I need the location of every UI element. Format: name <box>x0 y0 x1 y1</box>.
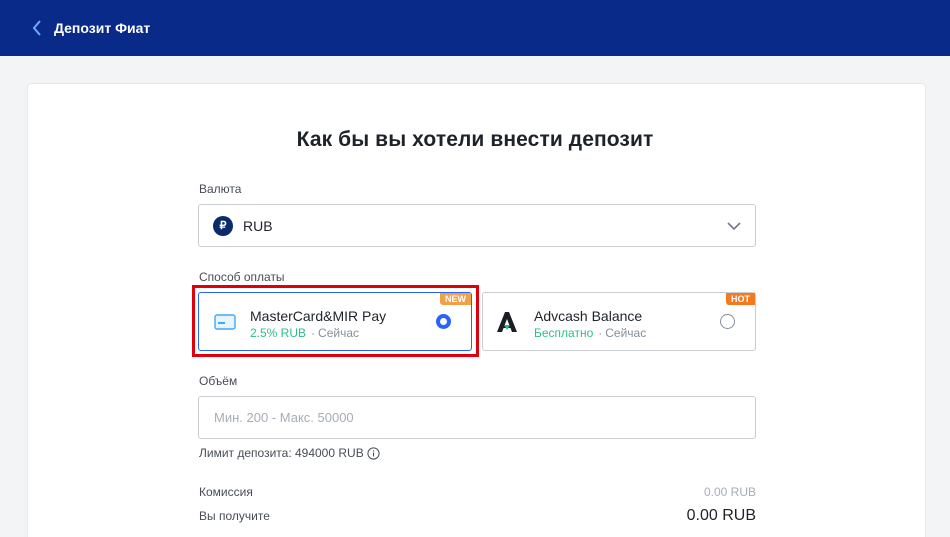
page-title: Депозит Фиат <box>54 20 151 36</box>
amount-input[interactable] <box>198 396 756 439</box>
method-fee: Бесплатно <box>534 326 594 340</box>
currency-value: RUB <box>243 217 273 234</box>
method-radio-selected[interactable] <box>436 314 451 329</box>
currency-select[interactable]: ₽ RUB <box>198 204 756 247</box>
amount-label: Объём <box>199 374 238 388</box>
ruble-coin-icon: ₽ <box>213 215 233 236</box>
method-time: Сейчас <box>318 326 359 340</box>
deposit-limit: Лимит депозита: 494000 RUB <box>199 446 380 460</box>
payment-method-mastercard[interactable]: NEW MasterCard&MIR Pay 2.5% RUB · Сейчас <box>198 292 472 351</box>
hot-badge: HOT <box>726 293 755 305</box>
commission-value: 0.00 RUB <box>703 485 756 499</box>
advcash-logo-icon <box>497 312 517 332</box>
method-radio[interactable] <box>720 314 735 329</box>
method-fee: 2.5% RUB <box>250 326 307 340</box>
separator-dot: · <box>598 326 603 340</box>
deposit-limit-text: Лимит депозита: 494000 RUB <box>199 446 364 460</box>
separator-dot: · <box>311 326 316 340</box>
receive-label: Вы получите <box>199 509 270 523</box>
back-button[interactable] <box>32 16 48 40</box>
top-bar: Депозит Фиат <box>0 0 950 56</box>
method-name: MasterCard&MIR Pay <box>250 308 387 324</box>
method-details: Бесплатно · Сейчас <box>534 326 646 340</box>
payment-method-label: Способ оплаты <box>199 270 285 284</box>
deposit-heading: Как бы вы хотели внести депозит <box>296 128 654 151</box>
info-icon[interactable] <box>367 446 380 460</box>
currency-label: Валюта <box>199 182 242 196</box>
receive-value: 0.00 RUB <box>686 507 756 524</box>
chevron-left-icon <box>32 20 41 36</box>
card-icon <box>214 314 236 330</box>
method-time: Сейчас <box>605 326 647 340</box>
chevron-down-icon <box>727 222 741 231</box>
commission-label: Комиссия <box>199 485 253 499</box>
method-details: 2.5% RUB · Сейчас <box>250 326 359 340</box>
new-badge: NEW <box>440 293 471 305</box>
method-name: Advcash Balance <box>534 308 643 324</box>
payment-method-advcash[interactable]: HOT Advcash Balance Бесплатно · Сейчас <box>482 292 756 351</box>
